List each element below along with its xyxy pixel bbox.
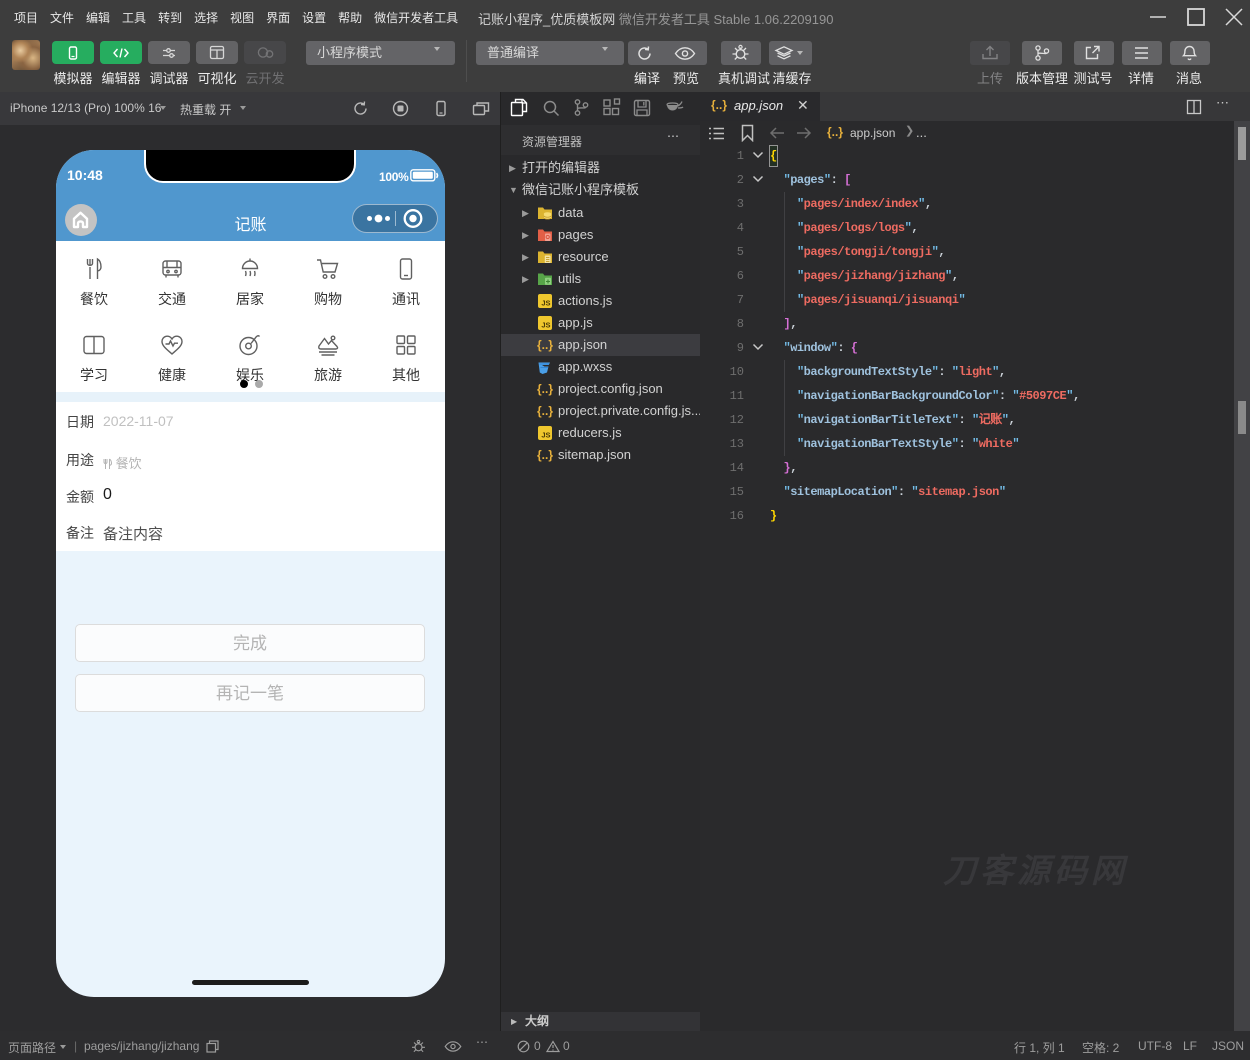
svg-text:JS: JS — [541, 299, 550, 308]
svg-text:JS: JS — [541, 431, 550, 440]
svg-text:JS: JS — [541, 321, 550, 330]
